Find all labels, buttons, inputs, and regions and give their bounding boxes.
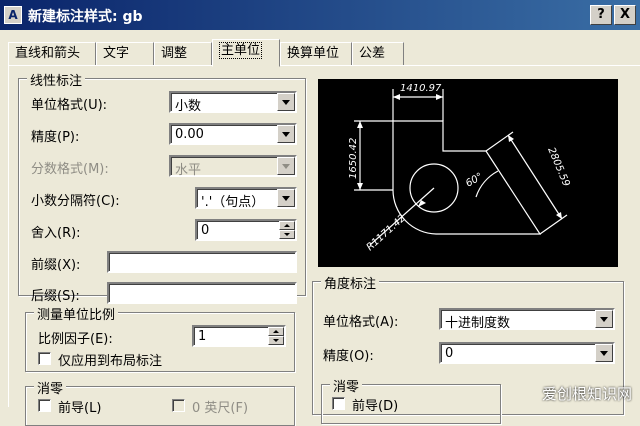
arrow-head <box>508 135 514 142</box>
layout-only-checkbox[interactable] <box>38 352 51 365</box>
dropdown-value: 小数 <box>175 99 202 114</box>
group-title: 线性标注 <box>27 70 86 89</box>
arrow-head <box>436 94 443 100</box>
angular-unit-format-dropdown[interactable]: 十进制度数 <box>439 308 615 331</box>
dim-text-left: 1650.42 <box>348 138 359 179</box>
tab-alternate-units[interactable]: 换算单位 <box>280 42 352 66</box>
prefix-input[interactable] <box>107 251 297 273</box>
unit-format-dropdown[interactable]: 小数 <box>169 91 297 114</box>
dropdown-button[interactable] <box>595 344 613 362</box>
tab-label: 文字 <box>103 46 130 61</box>
tab-text[interactable]: 文字 <box>96 42 154 66</box>
leading-zero-checkbox[interactable] <box>38 399 51 412</box>
tab-lines-arrows[interactable]: 直线和箭头 <box>8 42 96 66</box>
group-title: 角度标注 <box>321 273 380 292</box>
chevron-down-icon <box>600 351 608 356</box>
layout-only-label: 仅应用到布局标注 <box>58 354 163 369</box>
measurement-scale-group: 测量单位比例 比例因子(E): 1 仅应用到布局标注 <box>25 304 295 372</box>
ext-line <box>539 214 568 235</box>
fraction-format-label: 分数格式(M): <box>31 162 109 177</box>
arrow-head <box>556 212 562 219</box>
chevron-up-icon <box>284 224 290 227</box>
arrow-head <box>393 94 400 100</box>
arrow-head <box>357 121 363 128</box>
angular-precision-label: 精度(O): <box>323 349 374 364</box>
help-button[interactable]: ? <box>590 5 612 25</box>
dropdown-button[interactable] <box>277 93 295 111</box>
spin-down-button[interactable] <box>279 230 295 239</box>
chevron-down-icon <box>600 317 608 322</box>
chevron-down-icon <box>282 100 290 105</box>
arrow-head <box>357 183 363 190</box>
group-title: 消零 <box>34 378 67 397</box>
tab-fit[interactable]: 调整 <box>154 42 212 66</box>
unit-format-label: 单位格式(U): <box>31 98 108 113</box>
spin-up-button[interactable] <box>279 221 295 230</box>
suffix-input[interactable] <box>107 282 297 304</box>
close-button[interactable]: X <box>614 5 636 25</box>
dropdown-value: '.'（句点） <box>201 195 265 210</box>
spinner-buttons <box>279 221 295 239</box>
spinner-value: 0 <box>201 223 210 238</box>
chevron-down-icon <box>282 196 290 201</box>
tab-label: 直线和箭头 <box>15 46 81 61</box>
scale-factor-label: 比例因子(E): <box>38 332 113 347</box>
watermark-text: 爱创根知识网 <box>541 385 632 403</box>
dim-text-angle: 60° <box>464 171 485 189</box>
group-title: 测量单位比例 <box>34 304 119 323</box>
scale-factor-spinner[interactable]: 1 <box>192 325 286 347</box>
spin-down-button[interactable] <box>268 336 284 345</box>
dropdown-button[interactable] <box>277 189 295 207</box>
chevron-down-icon <box>284 233 290 236</box>
decimal-separator-dropdown[interactable]: '.'（句点） <box>195 187 297 210</box>
angular-zero-suppression-group: 消零 前导(D) <box>321 376 501 424</box>
spin-up-button[interactable] <box>268 327 284 336</box>
preview-drawing: 1410.97 1650.42 2805.59 60° R1171.42 <box>348 83 572 254</box>
dropdown-value: 水平 <box>175 163 202 178</box>
dropdown-button[interactable] <box>277 125 295 143</box>
group-title: 消零 <box>330 376 363 395</box>
chevron-down-icon <box>273 339 279 342</box>
round-off-spinner[interactable]: 0 <box>195 219 297 241</box>
chevron-up-icon <box>273 330 279 333</box>
dimension-preview: 1410.97 1650.42 2805.59 60° R1171.42 <box>318 79 618 267</box>
dim-text-right: 2805.59 <box>545 146 571 188</box>
zero-suppression-group: 消零 前导(L) 0 英尺(F) <box>25 378 295 426</box>
tab-label: 公差 <box>359 46 386 61</box>
chevron-down-icon <box>282 164 290 169</box>
angular-unit-format-label: 单位格式(A): <box>323 315 399 330</box>
spinner-value: 1 <box>198 329 207 344</box>
dropdown-value: 0.00 <box>175 127 204 142</box>
dim-text-top: 1410.97 <box>400 83 442 94</box>
chevron-down-icon <box>282 132 290 137</box>
tab-label: 调整 <box>161 46 188 61</box>
decimal-separator-label: 小数分隔符(C): <box>31 194 120 209</box>
fraction-format-dropdown[interactable]: 水平 <box>169 155 297 178</box>
tab-label: 主单位 <box>219 42 263 59</box>
dropdown-value: 十进制度数 <box>445 316 511 331</box>
feet-zero-checkbox[interactable] <box>172 399 185 412</box>
tab-panel: 线性标注 单位格式(U): 小数 精度(P): 0.00 分数格式(M): 水平… <box>8 65 640 426</box>
linear-dimensions-group: 线性标注 单位格式(U): 小数 精度(P): 0.00 分数格式(M): 水平… <box>18 70 306 304</box>
spinner-buttons <box>268 327 284 345</box>
angular-leading-zero-label: 前导(D) <box>352 399 399 414</box>
precision-label: 精度(P): <box>31 130 80 145</box>
dropdown-value: 0 <box>445 346 454 361</box>
tab-primary-units[interactable]: 主单位 <box>212 39 280 67</box>
precision-dropdown[interactable]: 0.00 <box>169 123 297 145</box>
window-title: 新建标注样式: gb <box>28 9 143 25</box>
round-off-label: 舍入(R): <box>31 226 81 241</box>
prefix-label: 前缀(X): <box>31 258 81 273</box>
tab-tolerances[interactable]: 公差 <box>352 42 404 66</box>
angular-precision-dropdown[interactable]: 0 <box>439 342 615 364</box>
title-bar[interactable]: A 新建标注样式: gb ? X <box>0 0 640 30</box>
dropdown-button[interactable] <box>595 310 613 328</box>
angular-leading-zero-checkbox[interactable] <box>332 397 345 410</box>
app-icon[interactable]: A <box>4 6 22 24</box>
dim-text-radius: R1171.42 <box>365 213 408 254</box>
dropdown-button[interactable] <box>277 157 295 175</box>
suffix-label: 后缀(S): <box>31 289 80 304</box>
tab-label: 换算单位 <box>287 46 340 61</box>
